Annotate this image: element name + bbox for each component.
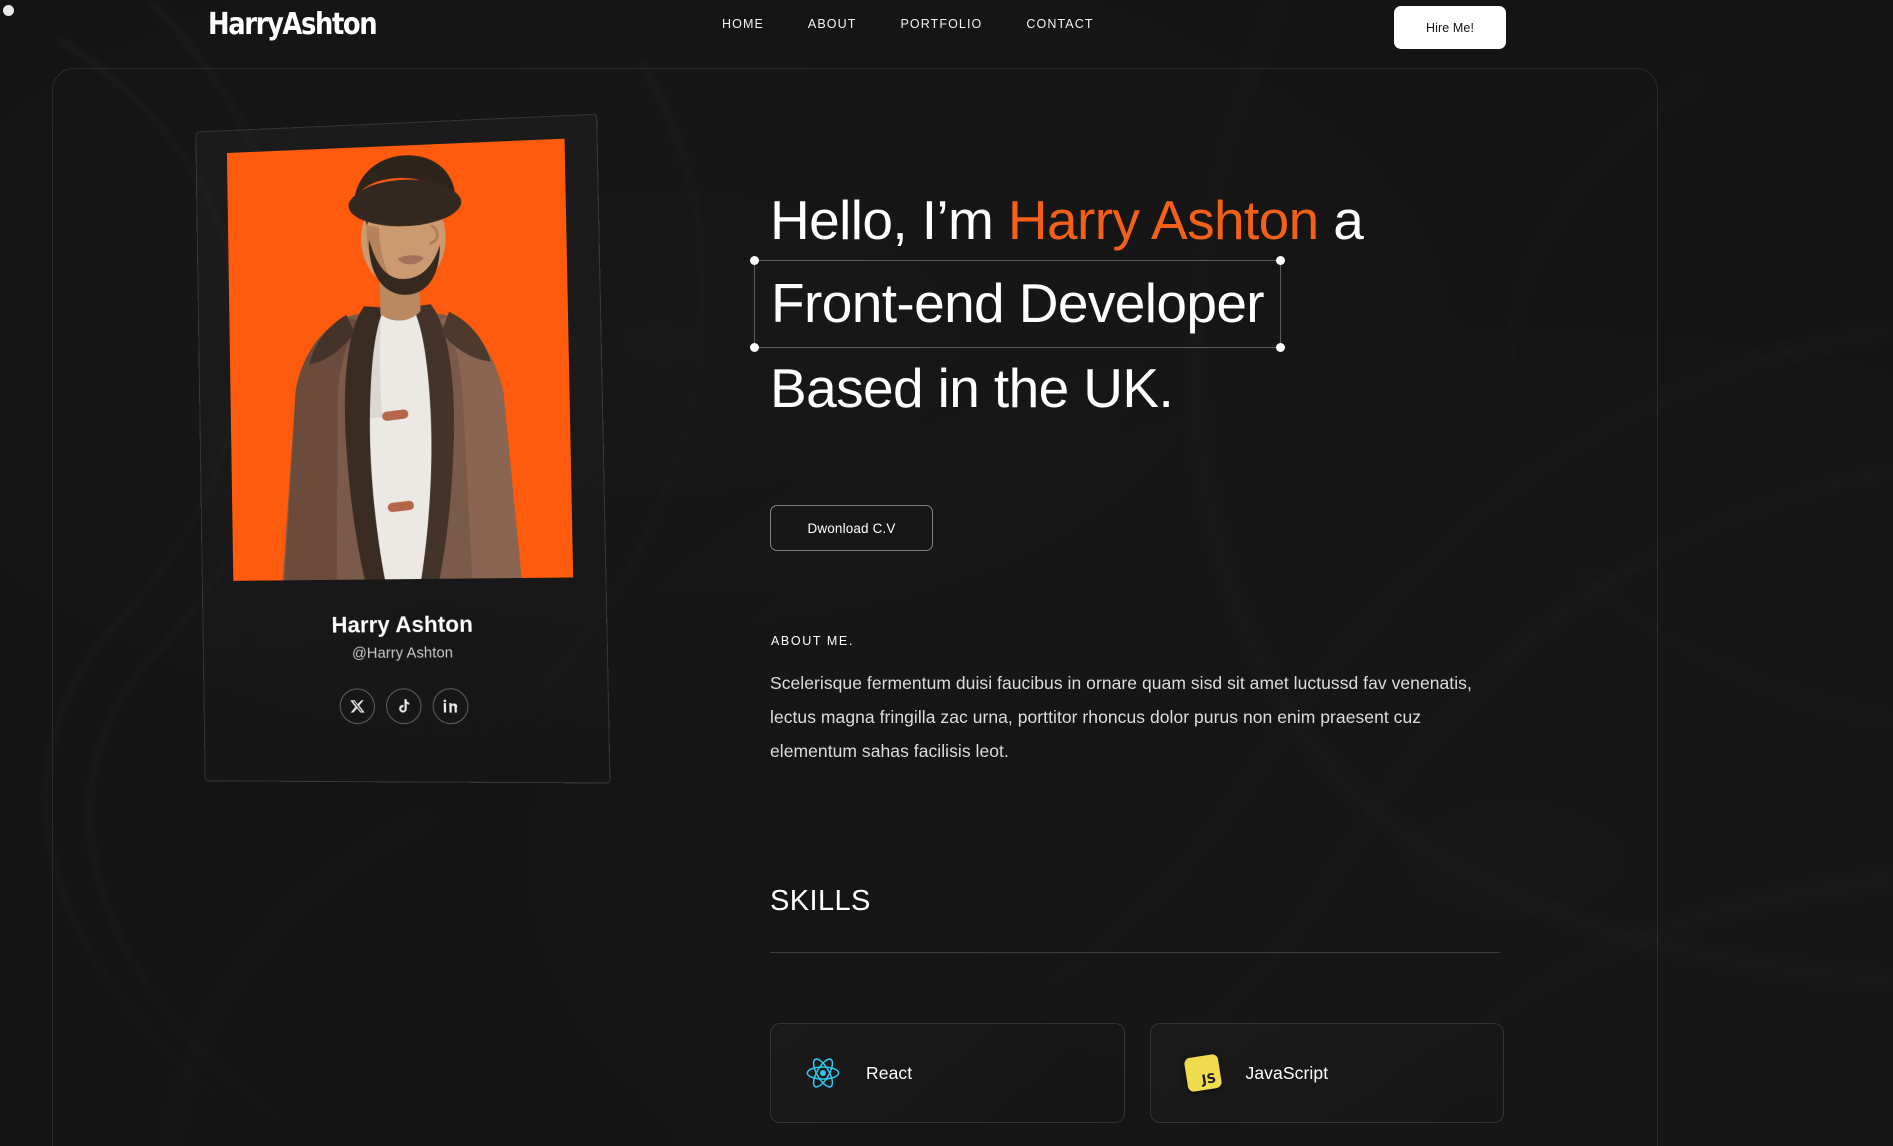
headline-prefix: Hello, I’m	[770, 189, 1008, 251]
site-header: HarryAshton HOME ABOUT PORTFOLIO CONTACT…	[0, 0, 1893, 56]
about-me-label: ABOUT ME.	[771, 634, 854, 648]
skill-label-javascript: JavaScript	[1246, 1063, 1329, 1084]
headline-role-text: Front-end Developer	[771, 272, 1264, 334]
about-me-text: Scelerisque fermentum duisi faucibus in …	[770, 666, 1500, 768]
headline-line-3: Based in the UK.	[770, 357, 1173, 419]
linkedin-icon[interactable]	[432, 688, 468, 724]
main-navigation: HOME ABOUT PORTFOLIO CONTACT	[700, 17, 1116, 31]
headline-boxed-role[interactable]: Front-end Developer	[754, 260, 1281, 348]
x-twitter-icon[interactable]	[339, 688, 375, 724]
nav-item-home[interactable]: HOME	[700, 17, 786, 31]
headline-line-1: Hello, I’m Harry Ashton a	[770, 189, 1363, 251]
skills-grid: React JS JavaScript	[770, 1023, 1504, 1123]
window-dot-icon	[3, 5, 14, 16]
skills-divider	[770, 952, 1500, 953]
hire-me-button[interactable]: Hire Me!	[1394, 6, 1506, 49]
social-links	[339, 688, 468, 724]
page-root: HarryAshton HOME ABOUT PORTFOLIO CONTACT…	[0, 0, 1893, 1146]
javascript-icon: JS	[1184, 1054, 1222, 1092]
skill-label-react: React	[866, 1063, 912, 1084]
profile-card-container: Harry Ashton @Harry Ashton	[200, 130, 600, 780]
headline-name-accent: Harry Ashton	[1008, 189, 1319, 251]
nav-item-contact[interactable]: CONTACT	[1004, 17, 1115, 31]
hero-headline: Hello, I’m Harry Ashton a Front-end Deve…	[770, 180, 1530, 428]
selection-handle-bottom-left-icon[interactable]	[750, 343, 759, 352]
skills-title: SKILLS	[770, 885, 871, 918]
profile-card: Harry Ashton @Harry Ashton	[195, 114, 610, 784]
selection-handle-top-right-icon[interactable]	[1276, 256, 1285, 265]
selection-handle-bottom-right-icon[interactable]	[1276, 343, 1285, 352]
download-cv-button[interactable]: Dwonload C.V	[770, 505, 933, 551]
profile-handle: @Harry Ashton	[352, 645, 453, 662]
profile-photo	[227, 139, 573, 581]
headline-suffix: a	[1319, 189, 1364, 251]
logo[interactable]: HarryAshton	[208, 7, 376, 42]
skill-card-javascript[interactable]: JS JavaScript	[1150, 1023, 1505, 1123]
skill-card-react[interactable]: React	[770, 1023, 1125, 1123]
nav-item-portfolio[interactable]: PORTFOLIO	[878, 17, 1004, 31]
nav-item-about[interactable]: ABOUT	[786, 17, 879, 31]
tiktok-icon[interactable]	[385, 688, 421, 724]
profile-name: Harry Ashton	[331, 611, 473, 638]
selection-handle-top-left-icon[interactable]	[750, 256, 759, 265]
react-icon	[804, 1054, 842, 1092]
